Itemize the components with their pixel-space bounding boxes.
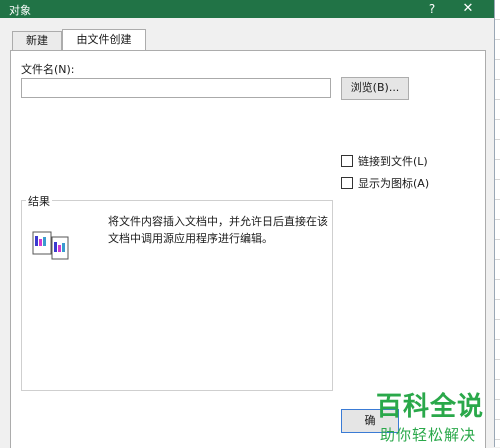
- display-as-icon-checkbox[interactable]: 显示为图标(A): [341, 175, 430, 190]
- help-button[interactable]: ?: [418, 0, 446, 18]
- result-legend: 结果: [26, 193, 52, 209]
- link-to-file-label: 链接到文件(L): [358, 155, 428, 168]
- watermark-sub: 助你轻松解决: [380, 426, 477, 444]
- title-bar: 对象 ? ✕: [0, 0, 494, 18]
- dialog-title: 对象: [9, 4, 31, 17]
- watermark-main: 百科全说: [376, 392, 485, 422]
- file-name-input[interactable]: [21, 78, 331, 98]
- embed-file-icon: [32, 231, 69, 260]
- close-button[interactable]: ✕: [454, 0, 482, 18]
- result-description: 将文件内容插入文档中，并允许日后直接在该文档中调用源应用程序进行编辑。: [108, 215, 328, 245]
- result-group: 结果 将文件内容插入文档中，并允许日后直接在该文档中调用源应用程序进行编辑。: [21, 193, 333, 391]
- object-dialog: 对象 ? ✕ 新建 由文件创建 文件名(N): 浏览(B)... 链接到文件(L…: [0, 0, 495, 448]
- checkbox-box[interactable]: [341, 155, 353, 167]
- watermark-logo: 百科全说 助你轻松解决: [372, 384, 494, 447]
- close-icon: ✕: [462, 1, 474, 16]
- tab-create-new[interactable]: 新建: [12, 31, 62, 50]
- checkbox-box[interactable]: [341, 177, 353, 189]
- tab-create-from-file[interactable]: 由文件创建: [62, 29, 146, 52]
- file-name-label: 文件名(N):: [21, 63, 75, 76]
- link-to-file-checkbox[interactable]: 链接到文件(L): [341, 153, 428, 168]
- browse-button[interactable]: 浏览(B)...: [341, 77, 409, 100]
- display-as-icon-label: 显示为图标(A): [358, 177, 430, 190]
